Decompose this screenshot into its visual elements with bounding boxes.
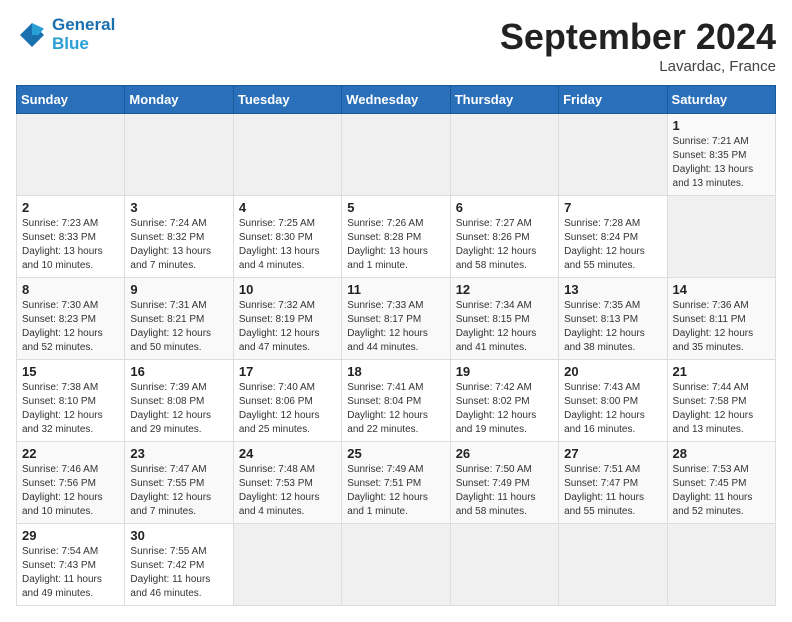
calendar-day: 23Sunrise: 7:47 AMSunset: 7:55 PMDayligh… (125, 442, 233, 524)
calendar-day: 29Sunrise: 7:54 AMSunset: 7:43 PMDayligh… (17, 524, 125, 606)
header-day-wednesday: Wednesday (342, 86, 450, 114)
calendar-day: 13Sunrise: 7:35 AMSunset: 8:13 PMDayligh… (559, 278, 667, 360)
calendar-header-row: SundayMondayTuesdayWednesdayThursdayFrid… (17, 86, 776, 114)
calendar-week-row: 29Sunrise: 7:54 AMSunset: 7:43 PMDayligh… (17, 524, 776, 606)
logo-line2: Blue (52, 35, 115, 54)
header-day-thursday: Thursday (450, 86, 558, 114)
calendar-day: 30Sunrise: 7:55 AMSunset: 7:42 PMDayligh… (125, 524, 233, 606)
calendar-day: 5Sunrise: 7:26 AMSunset: 8:28 PMDaylight… (342, 196, 450, 278)
calendar-day: 20Sunrise: 7:43 AMSunset: 8:00 PMDayligh… (559, 360, 667, 442)
header-day-tuesday: Tuesday (233, 86, 341, 114)
calendar-week-row: 1Sunrise: 7:21 AMSunset: 8:35 PMDaylight… (17, 114, 776, 196)
calendar-day: 11Sunrise: 7:33 AMSunset: 8:17 PMDayligh… (342, 278, 450, 360)
calendar-day: 24Sunrise: 7:48 AMSunset: 7:53 PMDayligh… (233, 442, 341, 524)
empty-cell (559, 114, 667, 196)
calendar-day (450, 524, 558, 606)
header-day-saturday: Saturday (667, 86, 775, 114)
empty-cell (17, 114, 125, 196)
calendar-day: 3Sunrise: 7:24 AMSunset: 8:32 PMDaylight… (125, 196, 233, 278)
calendar-day (342, 524, 450, 606)
calendar-day: 1Sunrise: 7:21 AMSunset: 8:35 PMDaylight… (667, 114, 775, 196)
calendar-day: 25Sunrise: 7:49 AMSunset: 7:51 PMDayligh… (342, 442, 450, 524)
calendar-week-row: 8Sunrise: 7:30 AMSunset: 8:23 PMDaylight… (17, 278, 776, 360)
empty-cell (450, 114, 558, 196)
calendar-day: 10Sunrise: 7:32 AMSunset: 8:19 PMDayligh… (233, 278, 341, 360)
calendar-week-row: 22Sunrise: 7:46 AMSunset: 7:56 PMDayligh… (17, 442, 776, 524)
calendar-day: 27Sunrise: 7:51 AMSunset: 7:47 PMDayligh… (559, 442, 667, 524)
calendar-day: 17Sunrise: 7:40 AMSunset: 8:06 PMDayligh… (233, 360, 341, 442)
calendar-week-row: 2Sunrise: 7:23 AMSunset: 8:33 PMDaylight… (17, 196, 776, 278)
calendar-day (667, 524, 775, 606)
calendar-day: 26Sunrise: 7:50 AMSunset: 7:49 PMDayligh… (450, 442, 558, 524)
calendar-day: 22Sunrise: 7:46 AMSunset: 7:56 PMDayligh… (17, 442, 125, 524)
calendar-day: 28Sunrise: 7:53 AMSunset: 7:45 PMDayligh… (667, 442, 775, 524)
location: Lavardac, France (500, 58, 776, 75)
empty-cell (233, 114, 341, 196)
calendar-day: 19Sunrise: 7:42 AMSunset: 8:02 PMDayligh… (450, 360, 558, 442)
header-day-sunday: Sunday (17, 86, 125, 114)
calendar-week-row: 15Sunrise: 7:38 AMSunset: 8:10 PMDayligh… (17, 360, 776, 442)
calendar-day: 21Sunrise: 7:44 AMSunset: 7:58 PMDayligh… (667, 360, 775, 442)
calendar-day (233, 524, 341, 606)
header-day-monday: Monday (125, 86, 233, 114)
calendar-day: 7Sunrise: 7:28 AMSunset: 8:24 PMDaylight… (559, 196, 667, 278)
calendar-day (559, 524, 667, 606)
calendar-table: SundayMondayTuesdayWednesdayThursdayFrid… (16, 85, 776, 606)
logo-icon (16, 19, 48, 51)
calendar-day: 12Sunrise: 7:34 AMSunset: 8:15 PMDayligh… (450, 278, 558, 360)
logo: General Blue (16, 16, 115, 53)
calendar-day: 14Sunrise: 7:36 AMSunset: 8:11 PMDayligh… (667, 278, 775, 360)
page-header: General Blue September 2024 Lavardac, Fr… (16, 16, 776, 75)
calendar-day: 18Sunrise: 7:41 AMSunset: 8:04 PMDayligh… (342, 360, 450, 442)
calendar-day: 16Sunrise: 7:39 AMSunset: 8:08 PMDayligh… (125, 360, 233, 442)
calendar-day: 15Sunrise: 7:38 AMSunset: 8:10 PMDayligh… (17, 360, 125, 442)
calendar-day: 9Sunrise: 7:31 AMSunset: 8:21 PMDaylight… (125, 278, 233, 360)
calendar-day: 4Sunrise: 7:25 AMSunset: 8:30 PMDaylight… (233, 196, 341, 278)
header-day-friday: Friday (559, 86, 667, 114)
calendar-day: 6Sunrise: 7:27 AMSunset: 8:26 PMDaylight… (450, 196, 558, 278)
calendar-day (667, 196, 775, 278)
logo-line1: General (52, 16, 115, 35)
title-block: September 2024 Lavardac, France (500, 16, 776, 75)
month-title: September 2024 (500, 16, 776, 58)
calendar-day: 2Sunrise: 7:23 AMSunset: 8:33 PMDaylight… (17, 196, 125, 278)
empty-cell (342, 114, 450, 196)
calendar-day: 8Sunrise: 7:30 AMSunset: 8:23 PMDaylight… (17, 278, 125, 360)
empty-cell (125, 114, 233, 196)
